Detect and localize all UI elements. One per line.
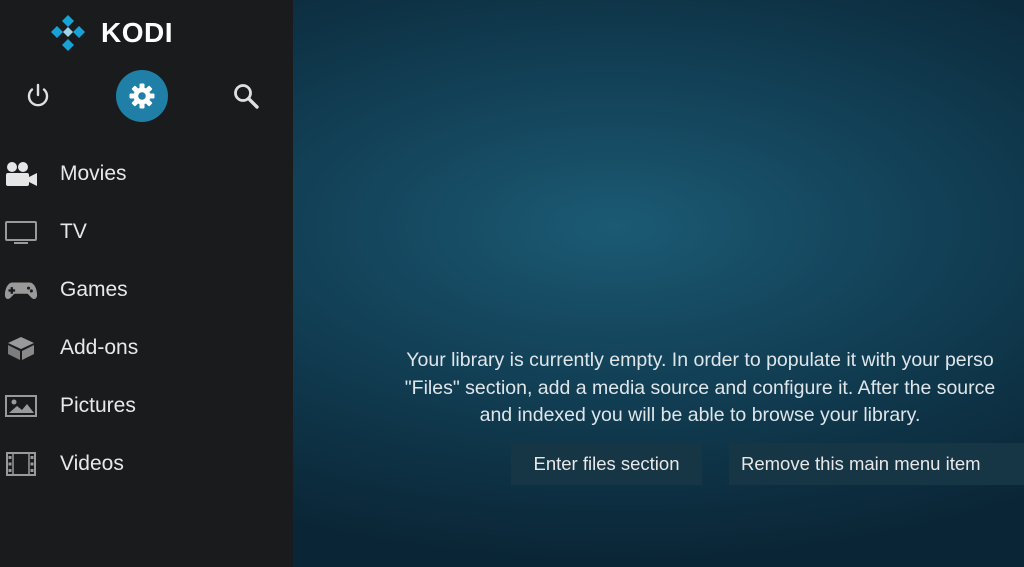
gamepad-icon bbox=[4, 276, 38, 304]
remove-menu-item-button[interactable]: Remove this main menu item bbox=[729, 443, 1024, 485]
menu-item-videos[interactable]: Videos bbox=[0, 435, 293, 493]
menu-item-pictures[interactable]: Pictures bbox=[0, 377, 293, 435]
tv-icon bbox=[4, 218, 38, 246]
app-title: KODI bbox=[101, 17, 173, 48]
kodi-logo-icon bbox=[51, 15, 85, 51]
menu-item-label: Videos bbox=[60, 452, 124, 475]
power-button[interactable] bbox=[12, 70, 64, 122]
search-icon bbox=[234, 84, 259, 109]
search-button[interactable] bbox=[220, 70, 272, 122]
settings-button[interactable] bbox=[116, 70, 168, 122]
message-line: Your library is currently empty. In orde… bbox=[406, 349, 994, 371]
sidebar: KODI Movies TV Games Add-ons Pictures Vi… bbox=[0, 0, 293, 567]
menu-item-label: TV bbox=[60, 220, 87, 243]
menu-item-games[interactable]: Games bbox=[0, 261, 293, 319]
button-label: Remove this main menu item bbox=[741, 453, 981, 474]
message-line: and indexed you will be able to browse y… bbox=[479, 404, 921, 426]
menu-item-label: Games bbox=[60, 278, 128, 301]
menu-item-movies[interactable]: Movies bbox=[0, 145, 293, 203]
gear-icon bbox=[129, 83, 155, 109]
kodi-logo: KODI bbox=[51, 15, 173, 51]
main-menu: Movies TV Games Add-ons Pictures Videos bbox=[0, 145, 293, 493]
button-label: Enter files section bbox=[533, 453, 680, 474]
menu-item-label: Movies bbox=[60, 162, 127, 185]
enter-files-section-button[interactable]: Enter files section bbox=[511, 443, 702, 485]
picture-icon bbox=[4, 392, 38, 420]
menu-item-label: Pictures bbox=[60, 394, 136, 417]
menu-item-addons[interactable]: Add-ons bbox=[0, 319, 293, 377]
message-line: "Files" section, add a media source and … bbox=[404, 376, 996, 399]
menu-item-tv[interactable]: TV bbox=[0, 203, 293, 261]
addons-box-icon bbox=[4, 334, 38, 362]
empty-library-message: Your library is currently empty. In orde… bbox=[320, 347, 1024, 430]
power-icon bbox=[27, 83, 49, 107]
film-strip-icon bbox=[4, 450, 38, 478]
menu-item-label: Add-ons bbox=[60, 336, 139, 359]
movie-camera-icon bbox=[4, 160, 38, 188]
